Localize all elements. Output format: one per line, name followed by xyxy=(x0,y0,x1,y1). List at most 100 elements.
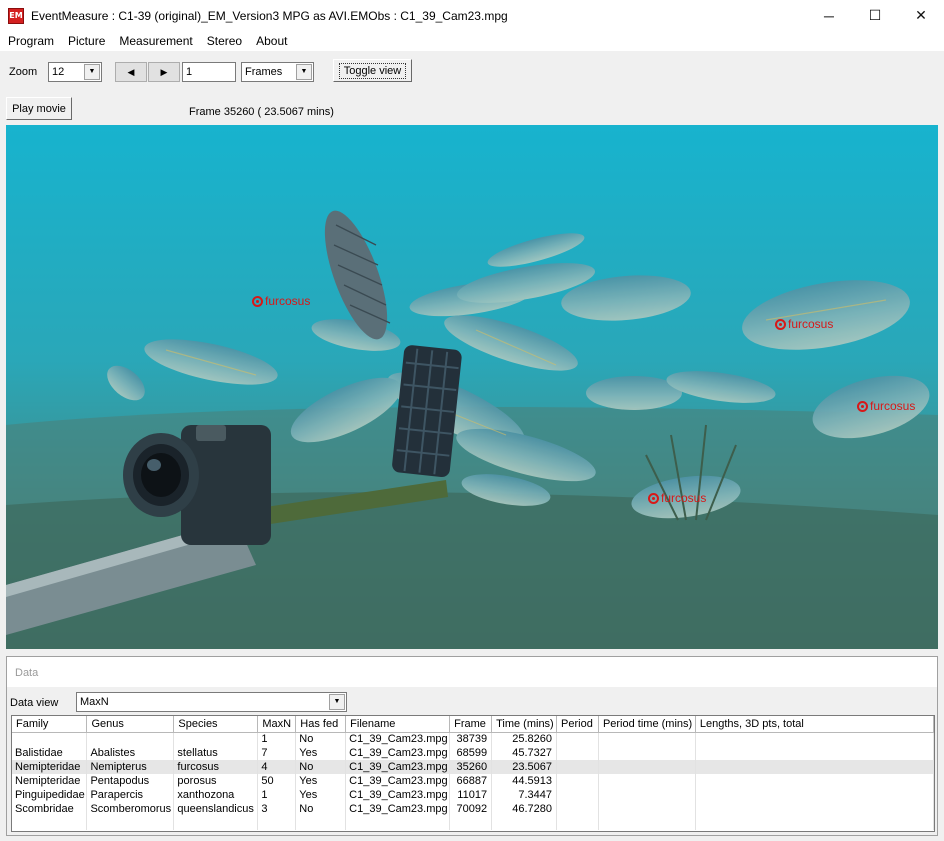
table-cell: Pinguipedidae xyxy=(12,788,88,802)
table-cell: 50 xyxy=(257,774,297,788)
table-cell xyxy=(173,816,259,830)
data-view-select[interactable]: MaxN ▼ xyxy=(76,692,347,712)
species-tag-label: furcosus xyxy=(870,399,916,413)
species-tag[interactable]: furcosus xyxy=(252,294,310,308)
chevron-down-icon[interactable]: ▼ xyxy=(84,64,100,80)
table-cell: 7.3447 xyxy=(491,788,558,802)
zoom-select[interactable]: 12 ▼ xyxy=(48,62,102,82)
menu-measurement[interactable]: Measurement xyxy=(112,31,199,51)
play-movie-button[interactable]: Play movie xyxy=(6,97,72,120)
table-cell: 1 xyxy=(257,788,297,802)
table-row[interactable]: Pinguipedidae Parapercis xanthozona 1 Yes C1_… xyxy=(12,788,934,802)
table-cell: stellatus xyxy=(173,746,259,760)
species-tag[interactable]: furcosus xyxy=(857,399,915,413)
column-header[interactable]: Period xyxy=(556,716,599,733)
table-cell: 44.5913 xyxy=(491,774,558,788)
column-header[interactable]: Lengths, 3D pts, total xyxy=(695,716,934,733)
table-cell xyxy=(556,732,599,746)
table-cell xyxy=(556,816,599,830)
title-bar: EM EventMeasure : C1-39 (original)_EM_Ve… xyxy=(0,0,944,31)
column-header[interactable]: Family xyxy=(12,716,88,733)
data-grid[interactable]: Family Genus Species MaxN Has fed Filena… xyxy=(11,715,935,832)
table-cell: 35260 xyxy=(449,760,493,774)
window-title: EventMeasure : C1-39 (original)_EM_Versi… xyxy=(31,8,508,23)
table-cell xyxy=(556,746,599,760)
grid-body: 1 No C1_39_Cam23.mpg 38739 25.8260 Balistidae… xyxy=(12,732,934,830)
table-cell: 4 xyxy=(257,760,297,774)
menu-picture[interactable]: Picture xyxy=(61,31,112,51)
column-header[interactable]: Period time (mins) xyxy=(598,716,696,733)
table-cell: Abalistes xyxy=(86,746,175,760)
toggle-view-button[interactable]: Toggle view xyxy=(333,59,412,82)
table-cell: 46.7280 xyxy=(491,802,558,816)
table-cell: 70092 xyxy=(449,802,493,816)
video-frame[interactable]: furcosus furcosus furcosus furcosus xyxy=(6,125,938,649)
minimize-button[interactable]: ─ xyxy=(806,0,852,31)
table-cell xyxy=(173,732,259,746)
species-tag[interactable]: furcosus xyxy=(648,491,706,505)
table-cell xyxy=(695,732,934,746)
column-header[interactable]: Species xyxy=(173,716,259,733)
column-header[interactable]: Filename xyxy=(345,716,451,733)
table-cell: C1_39_Cam23.mpg xyxy=(345,760,451,774)
data-panel: Data Data view MaxN ▼ Family Genus Speci… xyxy=(6,656,938,836)
menu-about[interactable]: About xyxy=(249,31,294,51)
species-tag-label: furcosus xyxy=(265,294,311,308)
table-cell: 25.8260 xyxy=(491,732,558,746)
table-cell: 11017 xyxy=(449,788,493,802)
table-row[interactable]: Balistidae Abalistes stellatus 7 Yes C1_39_Ca… xyxy=(12,746,934,760)
table-cell: xanthozona xyxy=(173,788,259,802)
table-cell: No xyxy=(295,802,347,816)
zoom-label: Zoom xyxy=(9,66,38,78)
prev-frame-button[interactable]: ◀ xyxy=(115,62,147,82)
table-cell: Yes xyxy=(295,746,347,760)
toggle-view-label: Toggle view xyxy=(338,62,407,79)
target-icon xyxy=(857,400,868,412)
table-cell xyxy=(695,760,934,774)
column-header[interactable]: Time (mins) xyxy=(491,716,558,733)
step-unit-value: Frames xyxy=(245,66,283,78)
column-header[interactable]: Has fed xyxy=(295,716,347,733)
close-button[interactable]: ✕ xyxy=(898,0,944,31)
species-tag[interactable]: furcosus xyxy=(775,317,833,331)
table-row[interactable]: Nemipteridae Nemipterus furcosus 4 No C1_39_C… xyxy=(12,760,934,774)
table-cell xyxy=(556,802,599,816)
table-cell: C1_39_Cam23.mpg xyxy=(345,746,451,760)
frame-info: Frame 35260 ( 23.5067 mins) xyxy=(189,106,334,118)
table-cell: Nemipteridae xyxy=(12,774,88,788)
column-header[interactable]: MaxN xyxy=(257,716,297,733)
chevron-down-icon[interactable]: ▼ xyxy=(329,694,345,710)
column-header[interactable]: Genus xyxy=(86,716,175,733)
table-cell xyxy=(449,816,493,830)
step-unit-select[interactable]: Frames ▼ xyxy=(241,62,314,82)
table-cell: No xyxy=(295,732,347,746)
table-cell xyxy=(12,816,88,830)
maximize-button[interactable]: ☐ xyxy=(852,0,898,31)
table-row[interactable]: Nemipteridae Pentapodus porosus 50 Yes C1_39_… xyxy=(12,774,934,788)
table-cell xyxy=(556,788,599,802)
table-cell: queenslandicus xyxy=(173,802,259,816)
table-cell: 38739 xyxy=(449,732,493,746)
step-input[interactable]: 1 xyxy=(182,62,236,82)
table-cell: 1 xyxy=(257,732,297,746)
table-cell: Scombridae xyxy=(12,802,88,816)
menu-program[interactable]: Program xyxy=(1,31,61,51)
table-cell: Balistidae xyxy=(12,746,88,760)
table-cell xyxy=(695,788,934,802)
table-row[interactable]: 1 No C1_39_Cam23.mpg 38739 25.8260 xyxy=(12,732,934,746)
table-row[interactable]: Scombridae Scomberomorus queenslandicus 3 No… xyxy=(12,802,934,816)
table-cell: 7 xyxy=(257,746,297,760)
table-cell: Nemipteridae xyxy=(12,760,88,774)
app-logo-icon: EM xyxy=(8,7,24,24)
table-cell xyxy=(598,732,696,746)
menu-bar: Program Picture Measurement Stereo About xyxy=(0,31,944,51)
table-cell xyxy=(345,816,451,830)
table-cell: No xyxy=(295,760,347,774)
underwater-scene xyxy=(6,125,938,649)
column-header[interactable]: Frame xyxy=(449,716,493,733)
table-cell xyxy=(86,732,175,746)
table-cell: C1_39_Cam23.mpg xyxy=(345,732,451,746)
next-frame-button[interactable]: ▶ xyxy=(148,62,180,82)
chevron-down-icon[interactable]: ▼ xyxy=(296,64,312,80)
menu-stereo[interactable]: Stereo xyxy=(200,31,249,51)
